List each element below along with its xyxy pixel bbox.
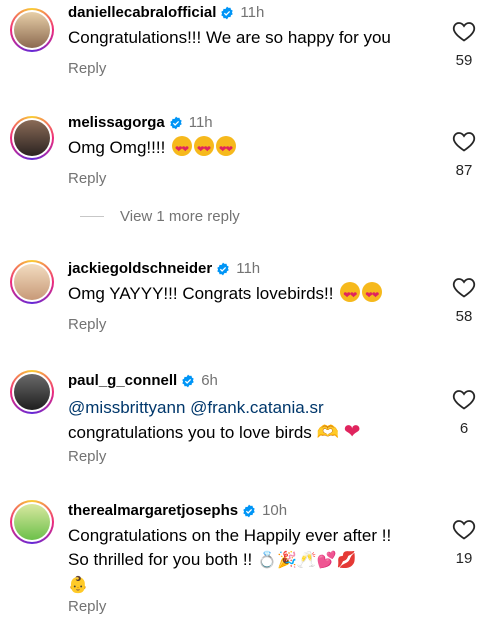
- like-count: 59: [455, 52, 473, 69]
- mention-link[interactable]: @frank.catania.sr: [190, 398, 323, 417]
- kiss-mark-emoji-icon: 💋: [336, 552, 357, 569]
- timestamp: 11h: [236, 260, 261, 277]
- avatar[interactable]: [10, 8, 54, 52]
- comment-text-body: Omg Omg!!!!: [68, 138, 166, 157]
- two-hearts-emoji-icon: 💕: [316, 552, 337, 569]
- reply-button[interactable]: Reply: [68, 316, 106, 333]
- champagne-glasses-emoji-icon: 🥂: [296, 552, 317, 569]
- heart-outline-icon[interactable]: [452, 276, 476, 298]
- divider-line: [80, 216, 104, 217]
- heart-eyes-emoji-icon: [362, 282, 383, 307]
- timestamp: 6h: [201, 372, 218, 389]
- like-count: 58: [455, 308, 473, 325]
- mention-link[interactable]: @missbrittyann: [68, 398, 185, 417]
- reply-button[interactable]: Reply: [68, 598, 106, 615]
- verified-badge-icon: [221, 6, 234, 19]
- heart-hands-emoji-icon: 🫶: [316, 422, 339, 442]
- comment-text-body: congratulations you to love birds: [68, 423, 312, 442]
- reply-button[interactable]: Reply: [68, 448, 106, 465]
- username[interactable]: paul_g_connell: [68, 372, 177, 389]
- avatar[interactable]: [10, 116, 54, 160]
- username[interactable]: daniellecabralofficial: [68, 4, 216, 21]
- comment-text-line: Congratulations on the Happily ever afte…: [68, 526, 392, 545]
- timestamp: 10h: [262, 502, 288, 519]
- heart-outline-icon[interactable]: [452, 388, 476, 410]
- verified-badge-icon: [170, 116, 182, 129]
- verified-badge-icon: [217, 262, 229, 275]
- heart-eyes-emoji-icon: [172, 136, 193, 161]
- view-more-replies-button[interactable]: View 1 more reply: [80, 208, 240, 225]
- comment-text-line: So thrilled for you both !!: [68, 550, 253, 569]
- comment-text: @missbrittyann @frank.catania.sr congrat…: [68, 396, 428, 445]
- avatar[interactable]: [10, 260, 54, 304]
- verified-badge-icon: [182, 374, 194, 387]
- baby-emoji-icon: 👶: [68, 577, 88, 594]
- heart-outline-icon[interactable]: [452, 518, 476, 540]
- verified-badge-icon: [243, 504, 255, 517]
- reply-button[interactable]: Reply: [68, 170, 106, 187]
- like-count: 19: [455, 550, 473, 567]
- timestamp: 11h: [188, 114, 213, 131]
- party-popper-emoji-icon: 🎉: [276, 552, 297, 569]
- username[interactable]: melissagorga: [68, 114, 165, 131]
- timestamp: 11h: [240, 4, 265, 21]
- ring-emoji-icon: 💍: [257, 552, 277, 569]
- comment-text-body: Omg YAYYY!!! Congrats lovebirds!!: [68, 284, 334, 303]
- heart-outline-icon[interactable]: [452, 20, 476, 42]
- view-more-label: View 1 more reply: [120, 208, 240, 225]
- reply-button[interactable]: Reply: [68, 60, 106, 77]
- avatar[interactable]: [10, 500, 54, 544]
- like-count: 6: [459, 420, 469, 437]
- heart-outline-icon[interactable]: [452, 130, 476, 152]
- heart-eyes-emoji-icon: [340, 282, 361, 307]
- heart-eyes-emoji-icon: [216, 136, 237, 161]
- comment-text: Congratulations on the Happily ever afte…: [68, 524, 428, 598]
- red-heart-emoji-icon: ❤: [343, 421, 361, 443]
- username[interactable]: therealmargaretjosephs: [68, 502, 238, 519]
- heart-eyes-emoji-icon: [194, 136, 215, 161]
- comment-text: Omg YAYYY!!! Congrats lovebirds!!: [68, 282, 428, 307]
- comment-text: Omg Omg!!!!: [68, 136, 428, 161]
- avatar[interactable]: [10, 370, 54, 414]
- comment-text: Congratulations!!! We are so happy for y…: [68, 28, 391, 47]
- username[interactable]: jackiegoldschneider: [68, 260, 212, 277]
- like-count: 87: [455, 162, 473, 179]
